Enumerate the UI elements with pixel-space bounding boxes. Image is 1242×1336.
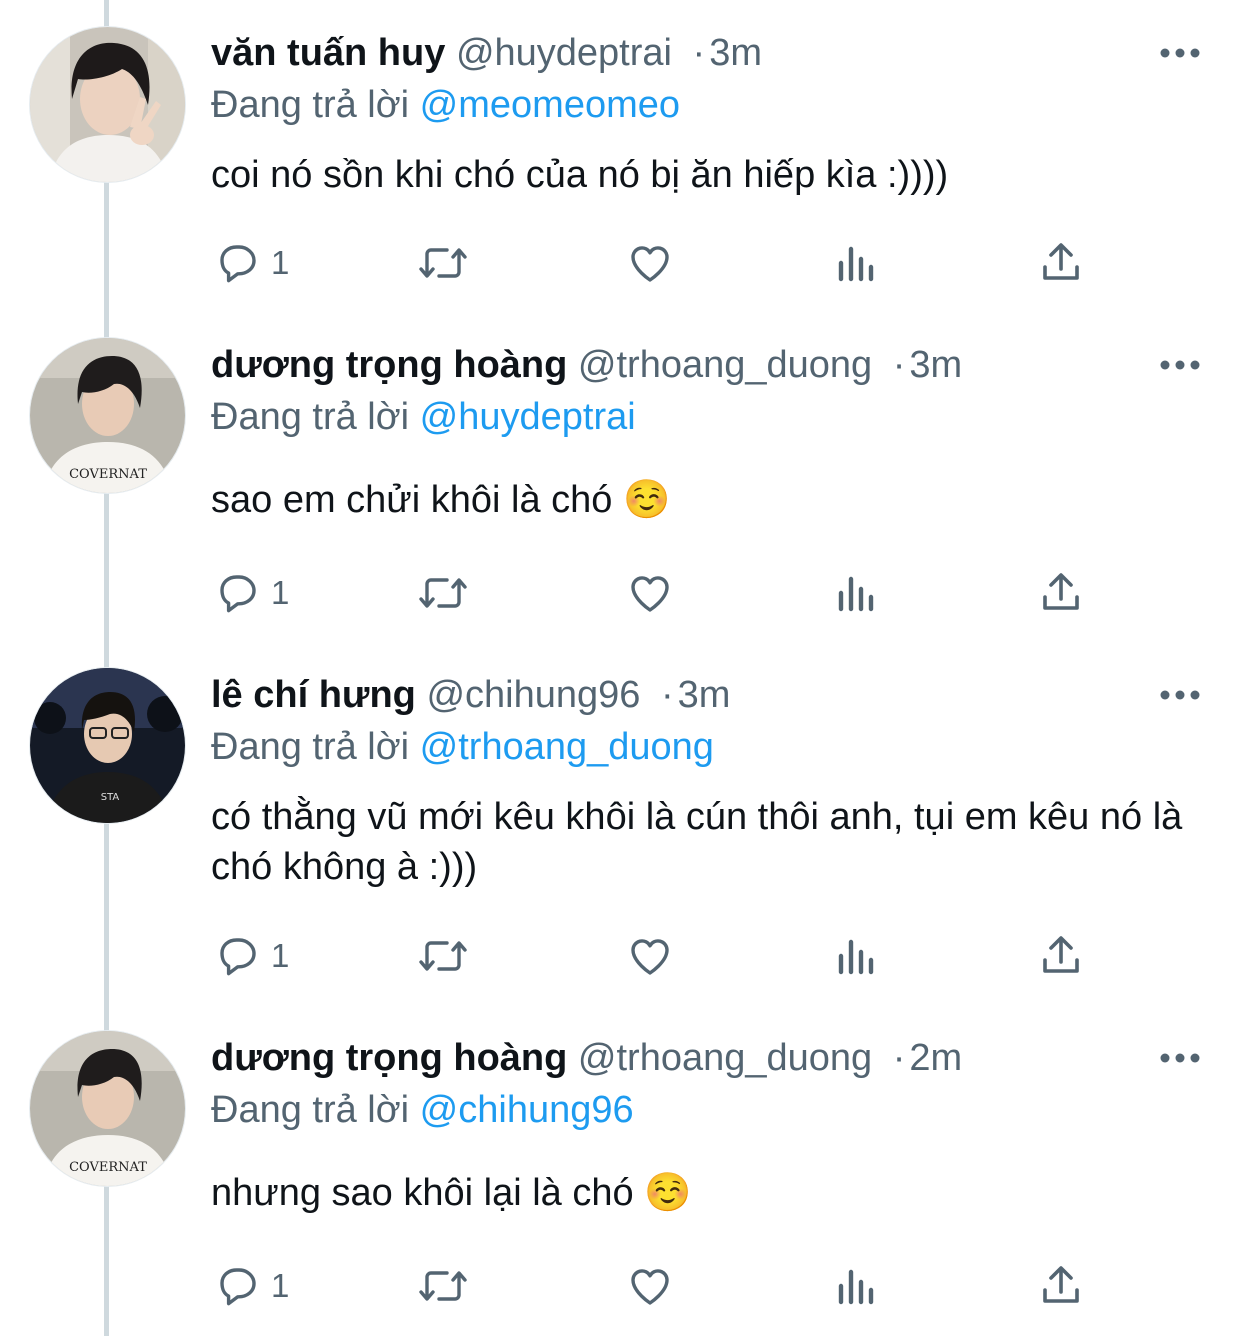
user-handle[interactable]: @trhoang_duong xyxy=(578,344,872,386)
replying-label: Đang trả lời xyxy=(211,396,410,438)
reply-button[interactable]: 1 xyxy=(213,1258,289,1314)
avatar[interactable] xyxy=(30,27,185,182)
reply-button[interactable]: 1 xyxy=(213,565,289,621)
views-button[interactable] xyxy=(835,235,879,291)
shirt-badge-text: STA xyxy=(101,792,120,803)
replying-to: Đang trả lời @chihung96 xyxy=(211,1085,634,1135)
reply-icon xyxy=(220,245,256,283)
tweet-header: dương trọng hoàng @trhoang_duong · 3m xyxy=(211,335,962,395)
action-bar: 1 xyxy=(205,1258,1205,1314)
more-icon[interactable] xyxy=(1158,43,1202,63)
retweet-button[interactable] xyxy=(415,928,471,984)
more-icon[interactable] xyxy=(1158,685,1202,705)
more-icon[interactable] xyxy=(1158,355,1202,375)
more-icon[interactable] xyxy=(1158,1048,1202,1068)
replying-mention[interactable]: @huydeptrai xyxy=(420,396,636,438)
tweet-header: dương trọng hoàng @trhoang_duong · 2m xyxy=(211,1028,962,1088)
views-button[interactable] xyxy=(835,1258,879,1314)
tweet-header: văn tuấn huy @huydeptrai · 3m xyxy=(211,23,762,83)
timestamp[interactable]: 2m xyxy=(909,1037,962,1079)
timestamp[interactable]: 3m xyxy=(709,32,762,74)
reply-icon xyxy=(220,1268,256,1306)
user-handle[interactable]: @huydeptrai xyxy=(456,32,672,74)
share-icon xyxy=(1043,1266,1079,1303)
like-button[interactable] xyxy=(625,928,675,984)
views-icon xyxy=(838,939,874,975)
share-button[interactable] xyxy=(1037,565,1085,621)
reply-icon xyxy=(220,575,256,613)
like-icon xyxy=(631,576,669,612)
reply-icon xyxy=(220,938,256,976)
user-handle[interactable]: @chihung96 xyxy=(426,674,640,716)
replying-to: Đang trả lời @meomeomeo xyxy=(211,80,680,130)
retweet-button[interactable] xyxy=(415,565,471,621)
separator-dot: · xyxy=(892,344,906,386)
reply-count: 1 xyxy=(271,574,290,611)
views-icon xyxy=(838,576,874,612)
retweet-button[interactable] xyxy=(415,235,471,291)
like-icon xyxy=(631,1269,669,1305)
reply-count: 1 xyxy=(271,1267,290,1304)
reply-count: 1 xyxy=(271,244,290,281)
like-icon xyxy=(631,939,669,975)
tweet-text: có thằng vũ mới kêu khôi là cún thôi anh… xyxy=(211,796,1183,888)
views-button[interactable] xyxy=(835,565,879,621)
timestamp[interactable]: 3m xyxy=(909,344,962,386)
tweet-text: sao em chửi khôi là chó ☺️ xyxy=(211,479,671,521)
replying-to: Đang trả lời @huydeptrai xyxy=(211,392,636,442)
display-name[interactable]: văn tuấn huy xyxy=(211,32,445,74)
shirt-text: COVERNAT xyxy=(69,467,147,482)
replying-mention[interactable]: @chihung96 xyxy=(420,1089,634,1131)
retweet-icon xyxy=(419,941,467,971)
share-button[interactable] xyxy=(1037,1258,1085,1314)
views-icon xyxy=(838,246,874,282)
replying-label: Đang trả lời xyxy=(211,1089,410,1131)
share-icon xyxy=(1043,936,1079,973)
tweet-text: coi nó sồn khi chó của nó bị ăn hiếp kìa… xyxy=(211,154,949,196)
tweet-header: lê chí hưng @chihung96 · 3m xyxy=(211,665,730,725)
views-button[interactable] xyxy=(835,928,879,984)
replying-label: Đang trả lời xyxy=(211,84,410,126)
share-button[interactable] xyxy=(1037,235,1085,291)
like-button[interactable] xyxy=(625,235,675,291)
retweet-icon xyxy=(419,578,467,608)
avatar[interactable]: COVERNAT xyxy=(30,1031,185,1186)
separator-dot: · xyxy=(692,32,706,74)
action-bar: 1 xyxy=(205,565,1205,621)
share-icon xyxy=(1043,243,1079,280)
views-icon xyxy=(838,1269,874,1305)
avatar[interactable]: COVERNAT xyxy=(30,338,185,493)
timestamp[interactable]: 3m xyxy=(678,674,731,716)
replying-to: Đang trả lời @trhoang_duong xyxy=(211,722,714,772)
like-button[interactable] xyxy=(625,1258,675,1314)
retweet-icon xyxy=(419,1271,467,1301)
display-name[interactable]: dương trọng hoàng xyxy=(211,344,567,386)
replying-mention[interactable]: @meomeomeo xyxy=(420,84,680,126)
display-name[interactable]: lê chí hưng xyxy=(211,674,416,716)
action-bar: 1 xyxy=(205,235,1205,291)
replying-label: Đang trả lời xyxy=(211,726,410,768)
retweet-icon xyxy=(419,248,467,278)
share-button[interactable] xyxy=(1037,928,1085,984)
replying-mention[interactable]: @trhoang_duong xyxy=(420,726,714,768)
action-bar: 1 xyxy=(205,928,1205,984)
share-icon xyxy=(1043,573,1079,610)
display-name[interactable]: dương trọng hoàng xyxy=(211,1037,567,1079)
like-icon xyxy=(631,246,669,282)
reply-count: 1 xyxy=(271,937,290,974)
user-handle[interactable]: @trhoang_duong xyxy=(578,1037,872,1079)
tweet-text: nhưng sao khôi lại là chó ☺️ xyxy=(211,1172,692,1214)
like-button[interactable] xyxy=(625,565,675,621)
reply-button[interactable]: 1 xyxy=(213,235,289,291)
separator-dot: · xyxy=(660,674,674,716)
retweet-button[interactable] xyxy=(415,1258,471,1314)
separator-dot: · xyxy=(892,1037,906,1079)
reply-button[interactable]: 1 xyxy=(213,928,289,984)
shirt-text: COVERNAT xyxy=(69,1160,147,1175)
avatar[interactable]: STA xyxy=(30,668,185,823)
